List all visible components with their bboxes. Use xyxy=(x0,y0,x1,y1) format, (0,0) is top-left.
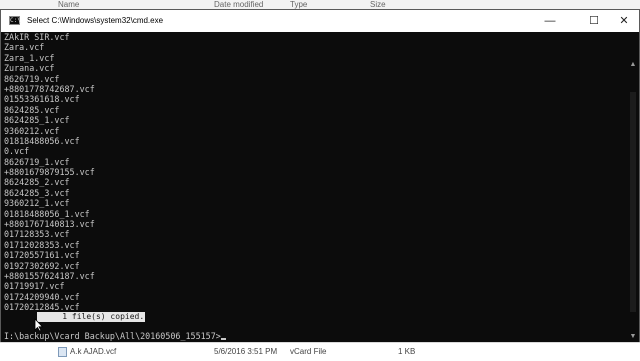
cmd-window[interactable]: C:\ Select C:\Windows\system32\cmd.exe —… xyxy=(0,9,640,343)
console-line: 01553361618.vcf xyxy=(4,94,80,105)
prompt-path: I:\backup\Vcard Backup\All\20160506_1551… xyxy=(4,331,221,341)
scroll-down-arrow-icon[interactable]: ▼ xyxy=(627,332,639,342)
console-line: +8801557624187.vcf xyxy=(4,270,95,281)
console-line: +8801767140813.vcf xyxy=(4,219,95,230)
console-line: 01712028353.vcf xyxy=(4,239,80,250)
console-line: 01719917.vcf xyxy=(4,281,65,292)
console-line: 01724209940.vcf xyxy=(4,291,80,302)
console-line: Zurana.vcf xyxy=(4,63,55,74)
file-date: 5/6/2016 3:51 PM xyxy=(214,347,278,356)
console-output[interactable]: ZAkIR SIR.vcf Zara.vcf Zara_1.vcf Zurana… xyxy=(1,32,627,342)
scroll-up-arrow-icon[interactable]: ▲ xyxy=(627,60,639,70)
console-line: 01720557161.vcf xyxy=(4,250,80,261)
console-line: Zara.vcf xyxy=(4,42,45,53)
file-size: 1 KB xyxy=(398,347,416,356)
explorer-file-row[interactable]: A.k AJAD.vcf 5/6/2016 3:51 PM vCard File… xyxy=(0,342,640,361)
window-title: Select C:\Windows\system32\cmd.exe xyxy=(27,16,164,25)
vcard-file-icon xyxy=(58,347,67,357)
console-line: 01818488056_1.vcf xyxy=(4,208,90,219)
console-line: 8624285_1.vcf xyxy=(4,115,70,126)
console-line: 01818488056.vcf xyxy=(4,135,80,146)
minimize-button[interactable]: — xyxy=(535,10,565,32)
console-line: 8624285_2.vcf xyxy=(4,177,70,188)
console-line: 8626719.vcf xyxy=(4,73,60,84)
console-line: 8624285_3.vcf xyxy=(4,187,70,198)
maximize-button[interactable]: ☐ xyxy=(579,10,609,32)
file-name: A.k AJAD.vcf xyxy=(70,347,117,356)
console-line: 0.vcf xyxy=(4,146,30,157)
mouse-pointer-icon xyxy=(34,318,44,332)
command-prompt[interactable]: I:\backup\Vcard Backup\All\20160506_1551… xyxy=(4,331,226,341)
console-line: 01720212845.vcf xyxy=(4,302,80,313)
console-line: 01927302692.vcf xyxy=(4,260,80,271)
vertical-scrollbar[interactable]: ▲ ▼ xyxy=(627,32,639,342)
console-line: 017128353.vcf xyxy=(4,229,70,240)
scroll-thumb[interactable] xyxy=(630,92,636,312)
console-line: 9360212_1.vcf xyxy=(4,198,70,209)
file-type: vCard File xyxy=(290,347,327,356)
console-line: Zara_1.vcf xyxy=(4,52,55,63)
cmd-titlebar[interactable]: C:\ Select C:\Windows\system32\cmd.exe —… xyxy=(1,10,639,32)
console-line: 9360212.vcf xyxy=(4,125,60,136)
cmd-icon: C:\ xyxy=(9,16,21,25)
console-line: +8801778742687.vcf xyxy=(4,83,95,94)
console-line: 8626719_1.vcf xyxy=(4,156,70,167)
console-line: 8624285.vcf xyxy=(4,104,60,115)
console-line: +8801679879155.vcf xyxy=(4,167,95,178)
console-line: ZAkIR SIR.vcf xyxy=(4,32,70,42)
text-cursor xyxy=(220,338,226,340)
copy-result-message: 1 file(s) copied. xyxy=(37,312,145,322)
close-button[interactable]: ✕ xyxy=(609,10,639,32)
